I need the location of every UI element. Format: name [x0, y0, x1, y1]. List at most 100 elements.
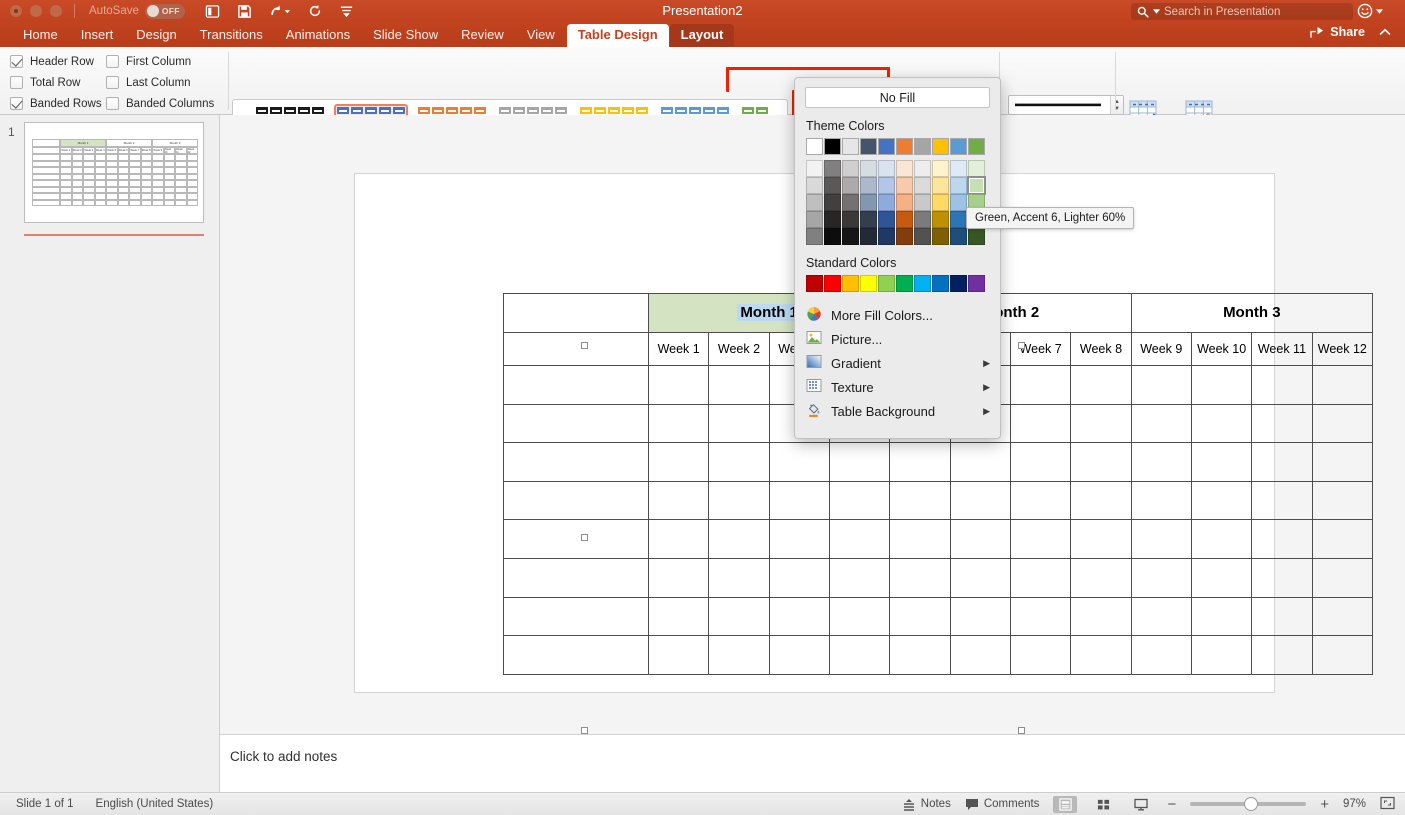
theme-color-swatch[interactable] [968, 160, 985, 177]
table-data-cell[interactable] [1071, 520, 1131, 559]
thumbnail-item[interactable]: Month 1Month 2Month 3Week 1Week 2Week 3W… [24, 122, 204, 223]
theme-color-swatch[interactable] [914, 194, 931, 211]
table-corner-cell[interactable] [504, 294, 649, 333]
table-data-cell[interactable] [1312, 366, 1372, 405]
theme-color-swatch[interactable] [896, 160, 913, 177]
checkbox-banded-rows[interactable]: Banded Rows [10, 93, 106, 114]
table-data-cell[interactable] [890, 559, 950, 598]
table-data-cell[interactable] [1010, 559, 1070, 598]
tab-layout[interactable]: Layout [670, 24, 735, 47]
table-data-cell[interactable] [829, 481, 889, 520]
tab-transitions[interactable]: Transitions [189, 24, 274, 47]
slide-sorter-button[interactable] [1091, 796, 1115, 813]
checkbox-box[interactable] [106, 55, 119, 68]
theme-color-swatch[interactable] [824, 211, 841, 228]
week-header-cell[interactable]: Week 10 [1191, 332, 1251, 365]
table-data-cell[interactable] [709, 481, 769, 520]
theme-color-swatch[interactable] [842, 194, 859, 211]
table-data-cell[interactable] [950, 597, 1010, 636]
table-data-cell[interactable] [890, 636, 950, 675]
table-data-cell[interactable] [829, 520, 889, 559]
table-data-cell[interactable] [1131, 636, 1191, 675]
theme-color-swatch[interactable] [932, 211, 949, 228]
table-data-cell[interactable] [1191, 481, 1251, 520]
table-data-cell[interactable] [829, 443, 889, 482]
theme-color-swatch[interactable] [896, 138, 913, 155]
menu-more-fill-colors[interactable]: More Fill Colors... [795, 303, 1000, 327]
theme-color-swatch[interactable] [860, 177, 877, 194]
table-data-cell[interactable] [1131, 404, 1191, 443]
theme-color-swatch[interactable] [950, 138, 967, 155]
table-data-cell[interactable] [1252, 443, 1312, 482]
theme-color-swatch[interactable] [842, 228, 859, 245]
share-button[interactable]: Share [1310, 25, 1365, 39]
checkbox-banded-columns[interactable]: Banded Columns [106, 93, 232, 114]
month-header-cell[interactable]: Month 3 [1131, 294, 1372, 333]
standard-color-swatch[interactable] [824, 275, 841, 292]
table-data-cell[interactable] [1191, 443, 1251, 482]
table-data-cell[interactable] [1010, 366, 1070, 405]
table-data-cell[interactable] [890, 520, 950, 559]
row-label-cell[interactable] [504, 520, 649, 559]
table-data-cell[interactable] [829, 597, 889, 636]
table-data-cell[interactable] [1131, 520, 1191, 559]
theme-color-swatch[interactable] [806, 228, 823, 245]
theme-color-swatch[interactable] [914, 160, 931, 177]
table-data-cell[interactable] [649, 520, 709, 559]
tab-design[interactable]: Design [125, 24, 187, 47]
theme-color-swatch[interactable] [806, 211, 823, 228]
tab-slide-show[interactable]: Slide Show [362, 24, 449, 47]
week-header-cell[interactable]: Week 1 [649, 332, 709, 365]
checkbox-last-column[interactable]: Last Column [106, 72, 232, 93]
theme-color-swatch[interactable] [896, 177, 913, 194]
table-data-cell[interactable] [829, 636, 889, 675]
table-data-cell[interactable] [709, 520, 769, 559]
theme-color-swatch[interactable] [824, 194, 841, 211]
row-label-cell[interactable] [504, 636, 649, 675]
table-row[interactable] [504, 481, 1373, 520]
tab-insert[interactable]: Insert [70, 24, 125, 47]
week-header-cell[interactable]: Week 7 [1010, 332, 1070, 365]
table-data-cell[interactable] [950, 559, 1010, 598]
fit-slide-button[interactable] [1380, 796, 1395, 813]
collapse-ribbon-button[interactable] [1379, 25, 1391, 39]
checkbox-header-row[interactable]: Header Row [10, 51, 106, 72]
table-data-cell[interactable] [1131, 443, 1191, 482]
checkbox-box[interactable] [10, 76, 23, 89]
standard-color-swatch[interactable] [896, 275, 913, 292]
shading-dropdown-menu[interactable]: No Fill Theme Colors Standard Colors Mor… [794, 77, 1001, 439]
line-style-selector[interactable]: ▲▼ [1008, 95, 1124, 115]
checkbox-first-column[interactable]: First Column [106, 51, 232, 72]
theme-color-swatch[interactable] [896, 211, 913, 228]
table-data-cell[interactable] [1252, 481, 1312, 520]
table-data-cell[interactable] [1312, 481, 1372, 520]
table-data-cell[interactable] [649, 481, 709, 520]
standard-color-swatch[interactable] [842, 275, 859, 292]
theme-color-swatch[interactable] [878, 194, 895, 211]
table-data-cell[interactable] [1010, 443, 1070, 482]
language-label[interactable]: English (United States) [96, 798, 214, 810]
table-data-cell[interactable] [769, 559, 829, 598]
table-data-cell[interactable] [1071, 366, 1131, 405]
table-data-cell[interactable] [1131, 597, 1191, 636]
standard-color-swatch[interactable] [860, 275, 877, 292]
table-data-cell[interactable] [1131, 481, 1191, 520]
theme-color-swatch[interactable] [860, 160, 877, 177]
standard-color-swatch[interactable] [968, 275, 985, 292]
theme-color-swatch[interactable] [878, 228, 895, 245]
table-row[interactable] [504, 559, 1373, 598]
checkbox-box[interactable] [10, 55, 23, 68]
theme-color-swatch[interactable] [824, 160, 841, 177]
table-data-cell[interactable] [1191, 520, 1251, 559]
table-data-cell[interactable] [1010, 520, 1070, 559]
zoom-out-button[interactable]: − [1167, 796, 1176, 813]
theme-color-swatch[interactable] [950, 160, 967, 177]
theme-color-swatch[interactable] [824, 177, 841, 194]
table-data-cell[interactable] [1071, 481, 1131, 520]
table-data-cell[interactable] [1312, 597, 1372, 636]
zoom-in-button[interactable]: + [1320, 796, 1329, 813]
theme-color-swatch[interactable] [968, 228, 985, 245]
table-row[interactable] [504, 597, 1373, 636]
week-header-cell[interactable]: Week 11 [1252, 332, 1312, 365]
menu-picture[interactable]: Picture... [795, 327, 1000, 351]
